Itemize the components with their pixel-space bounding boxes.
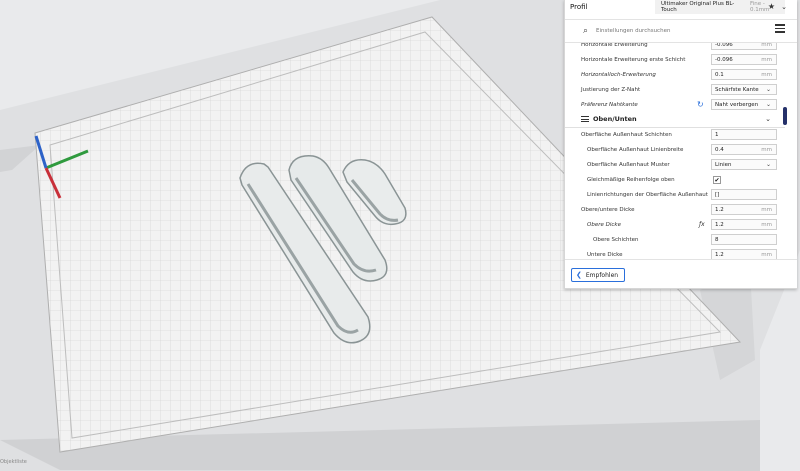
category-title: Oben/Unten	[593, 115, 637, 123]
setting-input[interactable]: 0.1 mm	[711, 69, 777, 80]
printer-name: Ultimaker Original Plus BL-Touch	[661, 1, 735, 13]
setting-unit: mm	[761, 43, 772, 48]
setting-label: Präferenz Nahtkante	[581, 101, 638, 108]
object-list-label[interactable]: Objektliste	[0, 459, 27, 465]
panel-footer: ❮ Empfohlen	[565, 259, 797, 288]
chevron-down-icon: ⌄	[765, 101, 771, 108]
setting-checkbox[interactable]: ✔	[713, 175, 721, 184]
setting-value: 0.1	[715, 71, 724, 78]
setting-label: Horizontale Erweiterung erste Schicht	[581, 56, 686, 63]
setting-input[interactable]: []	[711, 189, 777, 200]
star-icon[interactable]: ★	[768, 2, 775, 11]
setting-row: Horizontale Erweiterung erste Schicht -0.…	[565, 52, 785, 67]
setting-input[interactable]: -0.096 mm	[711, 54, 777, 65]
menu-icon[interactable]	[775, 24, 785, 33]
setting-unit: mm	[761, 206, 772, 213]
setting-value: 1.2	[715, 206, 724, 213]
top-bottom-icon	[581, 116, 589, 123]
setting-label: Horizontale Erweiterung	[581, 43, 648, 48]
setting-value: -0.096	[715, 43, 733, 48]
print-settings-panel: Profil Ultimaker Original Plus BL-Touch …	[564, 0, 797, 289]
category-top-bottom[interactable]: Oben/Unten ⌄	[565, 112, 785, 128]
setting-value: 8	[715, 236, 719, 243]
setting-row: Präferenz Nahtkante Naht verbergen ⌄ ↻	[565, 97, 785, 112]
printer-select[interactable]: Ultimaker Original Plus BL-Touch Fine - …	[655, 0, 785, 14]
setting-value: 0.4	[715, 146, 724, 153]
setting-value: Linien	[715, 161, 732, 168]
setting-input[interactable]: -0.096 mm	[711, 43, 777, 50]
setting-label: Oberfläche Außenhaut Schichten	[581, 131, 672, 138]
setting-value: 1	[715, 131, 719, 138]
setting-dropdown[interactable]: Schärfste Kante ⌄	[711, 84, 777, 95]
setting-label: Obere/untere Dicke	[581, 206, 635, 213]
setting-value: -0.096	[715, 56, 733, 63]
setting-value: 1.2	[715, 251, 724, 258]
setting-unit: mm	[761, 71, 772, 78]
setting-label: Obere Dicke	[587, 221, 621, 228]
setting-unit: mm	[761, 56, 772, 63]
setting-input[interactable]: 1	[711, 129, 777, 140]
panel-header: Profil Ultimaker Original Plus BL-Touch …	[565, 0, 797, 14]
setting-input[interactable]: 0.4 mm	[711, 144, 777, 155]
function-icon[interactable]: ƒx	[699, 221, 705, 228]
setting-label: Justierung der Z-Naht	[581, 86, 641, 93]
setting-dropdown[interactable]: Naht verbergen ⌄	[711, 99, 777, 110]
recommended-button[interactable]: ❮ Empfohlen	[571, 268, 625, 282]
setting-label: Oberfläche Außenhaut Linienbreite	[587, 146, 684, 153]
setting-unit: mm	[761, 221, 772, 228]
setting-row: Obere Dicke 1.2 mm ƒx	[565, 217, 785, 232]
chevron-down-icon: ⌄	[765, 86, 771, 93]
setting-label: Untere Dicke	[587, 251, 623, 258]
chevron-down-icon: ⌄	[765, 115, 771, 123]
setting-label: Horizontalloch-Erweiterung	[581, 71, 656, 78]
setting-row: Horizontalloch-Erweiterung 0.1 mm	[565, 67, 785, 82]
search-bar: ⌕	[565, 19, 797, 43]
setting-row: Oberfläche Außenhaut Muster Linien ⌄	[565, 157, 785, 172]
setting-row: Obere Schichten 8	[565, 232, 785, 247]
setting-value: Naht verbergen	[715, 101, 759, 108]
setting-input[interactable]: 1.2 mm	[711, 219, 777, 230]
setting-row: Oberfläche Außenhaut Linienbreite 0.4 mm	[565, 142, 785, 157]
setting-unit: mm	[761, 251, 772, 258]
reset-icon[interactable]: ↻	[697, 100, 704, 109]
chevron-down-icon: ⌄	[765, 161, 771, 168]
setting-value: []	[715, 191, 720, 198]
setting-value: Schärfste Kante	[715, 86, 759, 93]
profile-label: Profil	[570, 3, 588, 11]
setting-unit: mm	[761, 146, 772, 153]
setting-label: Oberfläche Außenhaut Muster	[587, 161, 670, 168]
setting-label: Linienrichtungen der Oberfläche Außenhau…	[587, 191, 708, 198]
setting-row: Linienrichtungen der Oberfläche Außenhau…	[565, 187, 785, 202]
settings-search-input[interactable]	[594, 27, 759, 35]
setting-input[interactable]: 8	[711, 234, 777, 245]
chevron-left-icon: ❮	[576, 271, 582, 279]
setting-row: Obere/untere Dicke 1.2 mm	[565, 202, 785, 217]
chevron-down-icon[interactable]: ⌄	[781, 3, 787, 11]
search-icon: ⌕	[583, 26, 589, 36]
setting-label: Obere Schichten	[593, 236, 639, 243]
setting-row: Gleichmäßige Reihenfolge oben ✔	[565, 172, 785, 187]
setting-input[interactable]: 1.2 mm	[711, 204, 777, 215]
setting-input[interactable]: 1.2 mm	[711, 249, 777, 259]
setting-row: Untere Dicke 1.2 mm	[565, 247, 785, 259]
setting-row: Oberfläche Außenhaut Schichten 1	[565, 127, 785, 142]
recommended-label: Empfohlen	[585, 271, 619, 279]
setting-row: Justierung der Z-Naht Schärfste Kante ⌄	[565, 82, 785, 97]
setting-dropdown[interactable]: Linien ⌄	[711, 159, 777, 170]
setting-label: Gleichmäßige Reihenfolge oben	[587, 176, 675, 183]
setting-row: Horizontale Erweiterung -0.096 mm	[565, 43, 785, 52]
settings-list: Horizontale Erweiterung -0.096 mm Horizonta…	[565, 43, 797, 259]
setting-value: 1.2	[715, 221, 724, 228]
